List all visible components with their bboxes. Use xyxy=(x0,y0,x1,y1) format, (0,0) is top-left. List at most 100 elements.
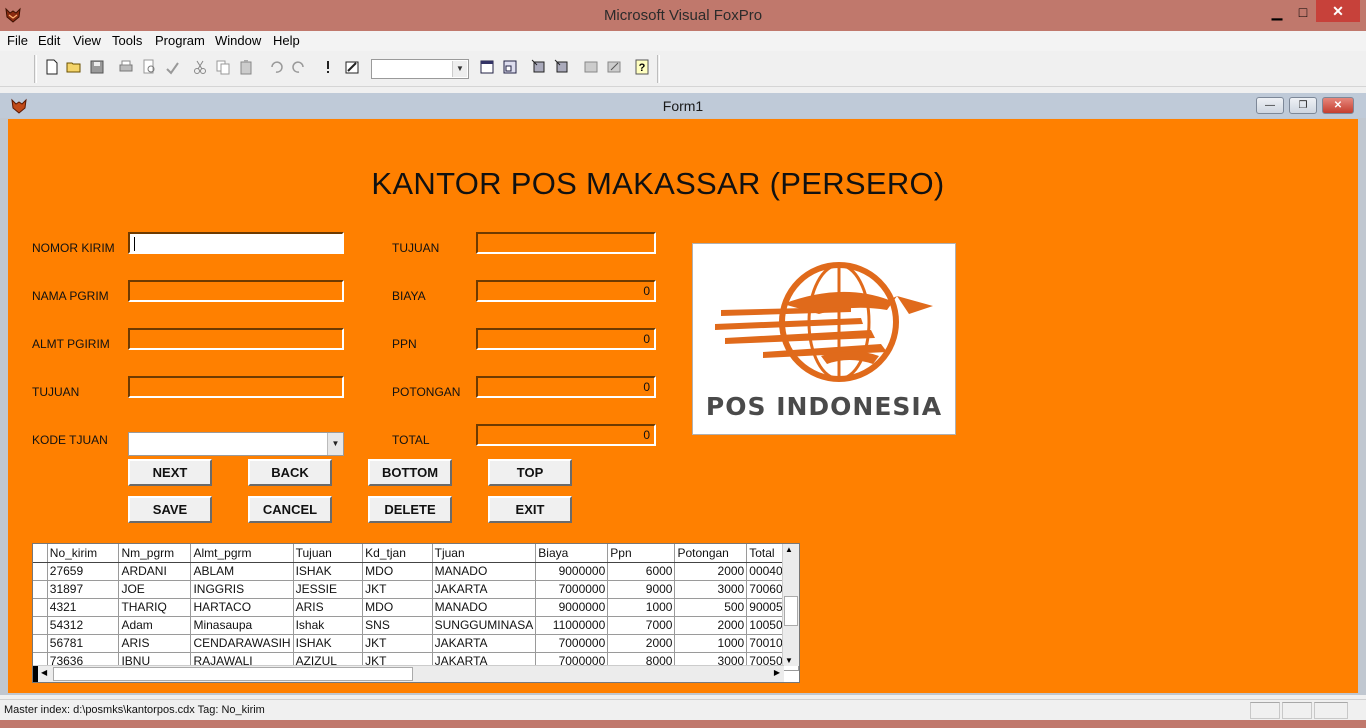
almt-pgirim-input[interactable] xyxy=(128,328,344,350)
table-cell[interactable]: ISHAK xyxy=(293,562,364,581)
form-restore-button[interactable]: ❐ xyxy=(1289,97,1317,114)
table-cell[interactable]: JAKARTA xyxy=(432,580,537,599)
column-header[interactable]: Nm_pgrm xyxy=(118,544,192,563)
column-header[interactable]: Tujuan xyxy=(293,544,364,563)
new-file-icon[interactable] xyxy=(42,57,62,77)
form-wizard-icon[interactable] xyxy=(529,57,549,77)
chevron-down-icon[interactable]: ▼ xyxy=(327,433,343,455)
potongan-input[interactable]: 0 xyxy=(476,376,656,398)
table-cell[interactable]: JAKARTA xyxy=(432,634,537,653)
back-button[interactable]: BACK xyxy=(248,459,332,486)
undo-icon[interactable] xyxy=(266,57,286,77)
report-wizard-icon[interactable] xyxy=(552,57,572,77)
table-cell[interactable]: CENDARAWASIH xyxy=(190,634,294,653)
table-cell[interactable]: 2000 xyxy=(674,616,748,635)
table-cell[interactable]: 3000 xyxy=(674,580,748,599)
redo-icon[interactable] xyxy=(289,57,309,77)
table-cell[interactable]: 7000000 xyxy=(535,634,609,653)
ppn-input[interactable]: 0 xyxy=(476,328,656,350)
menu-view[interactable]: View xyxy=(73,33,101,48)
table-cell[interactable]: 500 xyxy=(674,598,748,617)
table-row[interactable]: 27659 ARDANI ABLAM ISHAK MDO MANADO 9000… xyxy=(33,562,799,581)
nomor-kirim-input[interactable] xyxy=(128,232,344,254)
table-cell[interactable]: MANADO xyxy=(432,562,537,581)
modify-form-icon[interactable] xyxy=(342,57,362,77)
tujuan-input-right[interactable] xyxy=(476,232,656,254)
table-cell[interactable]: 7000000 xyxy=(535,580,609,599)
column-header[interactable]: Tjuan xyxy=(432,544,537,563)
copy-icon[interactable] xyxy=(213,57,233,77)
menu-program[interactable]: Program xyxy=(155,33,205,48)
table-cell[interactable]: 54312 xyxy=(47,616,120,635)
row-selector[interactable] xyxy=(33,616,48,635)
total-input[interactable]: 0 xyxy=(476,424,656,446)
top-button[interactable]: TOP xyxy=(488,459,572,486)
table-cell[interactable]: Ishak xyxy=(293,616,364,635)
maximize-button[interactable]: □ xyxy=(1290,0,1316,24)
scroll-down-icon[interactable]: ▼ xyxy=(785,656,793,665)
tujuan-input-left[interactable] xyxy=(128,376,344,398)
table-cell[interactable]: 1000 xyxy=(607,598,676,617)
table-cell[interactable]: MANADO xyxy=(432,598,537,617)
menu-tools[interactable]: Tools xyxy=(112,33,142,48)
table-cell[interactable]: ARDANI xyxy=(118,562,192,581)
biaya-input[interactable]: 0 xyxy=(476,280,656,302)
table-cell[interactable]: 9000000 xyxy=(535,562,609,581)
next-button[interactable]: NEXT xyxy=(128,459,212,486)
table-cell[interactable]: INGGRIS xyxy=(190,580,294,599)
table-row[interactable]: 31897 JOE INGGRIS JESSIE JKT JAKARTA 700… xyxy=(33,580,799,599)
toolbar-grip[interactable] xyxy=(34,55,37,83)
column-header[interactable]: Almt_pgrm xyxy=(190,544,294,563)
row-selector[interactable] xyxy=(33,634,48,653)
table-cell[interactable]: HARTACO xyxy=(190,598,294,617)
chevron-down-icon[interactable]: ▼ xyxy=(452,61,467,77)
delete-button[interactable]: DELETE xyxy=(368,496,452,523)
table-row[interactable]: 56781 ARIS CENDARAWASIH ISHAK JKT JAKART… xyxy=(33,634,799,653)
menu-file[interactable]: File xyxy=(7,33,28,48)
autoreport-icon[interactable] xyxy=(604,57,624,77)
row-selector[interactable] xyxy=(33,580,48,599)
kode-tjuan-combo[interactable]: ▼ xyxy=(128,432,344,456)
data-grid[interactable]: No_kirim Nm_pgrm Almt_pgrm Tujuan Kd_tja… xyxy=(32,543,800,683)
table-cell[interactable]: JOE xyxy=(118,580,192,599)
scroll-thumb[interactable] xyxy=(784,596,798,626)
table-cell[interactable]: 9000 xyxy=(607,580,676,599)
minimize-button[interactable]: ▁ xyxy=(1264,0,1290,24)
scroll-right-icon[interactable]: ▶ xyxy=(774,668,780,677)
paste-icon[interactable] xyxy=(236,57,256,77)
column-header[interactable]: Kd_tjan xyxy=(362,544,433,563)
close-button[interactable]: ✕ xyxy=(1316,0,1360,22)
table-cell[interactable]: 11000000 xyxy=(535,616,609,635)
command-window-icon[interactable] xyxy=(477,57,497,77)
table-cell[interactable]: 56781 xyxy=(47,634,120,653)
help-icon[interactable]: ? xyxy=(632,57,652,77)
scroll-up-icon[interactable]: ▲ xyxy=(785,545,793,554)
menu-edit[interactable]: Edit xyxy=(38,33,60,48)
table-cell[interactable]: THARIQ xyxy=(118,598,192,617)
table-cell[interactable]: 1000 xyxy=(674,634,748,653)
table-cell[interactable]: Adam xyxy=(118,616,192,635)
table-cell[interactable]: ABLAM xyxy=(190,562,294,581)
table-cell[interactable]: ARIS xyxy=(293,598,364,617)
cut-icon[interactable] xyxy=(190,57,210,77)
save-icon[interactable] xyxy=(87,57,107,77)
row-selector[interactable] xyxy=(33,598,48,617)
form-minimize-button[interactable]: — xyxy=(1256,97,1284,114)
table-row[interactable]: 54312 Adam Minasaupa Ishak SNS SUNGGUMIN… xyxy=(33,616,799,635)
column-header[interactable]: Ppn xyxy=(607,544,676,563)
table-cell[interactable]: 4321 xyxy=(47,598,120,617)
nama-pgrim-input[interactable] xyxy=(128,280,344,302)
grid-partition-divider[interactable] xyxy=(33,666,38,682)
cancel-button[interactable]: CANCEL xyxy=(248,496,332,523)
table-cell[interactable]: ISHAK xyxy=(293,634,364,653)
autoform-icon[interactable] xyxy=(581,57,601,77)
table-cell[interactable]: SUNGGUMINASA xyxy=(432,616,537,635)
grid-vertical-scrollbar[interactable]: ▲ ▼ xyxy=(782,544,799,666)
table-cell[interactable]: SNS xyxy=(362,616,433,635)
column-header[interactable]: No_kirim xyxy=(47,544,120,563)
table-cell[interactable]: Minasaupa xyxy=(190,616,294,635)
table-cell[interactable]: 31897 xyxy=(47,580,120,599)
table-cell[interactable]: MDO xyxy=(362,562,433,581)
print-preview-icon[interactable] xyxy=(139,57,159,77)
table-cell[interactable]: JKT xyxy=(362,580,433,599)
